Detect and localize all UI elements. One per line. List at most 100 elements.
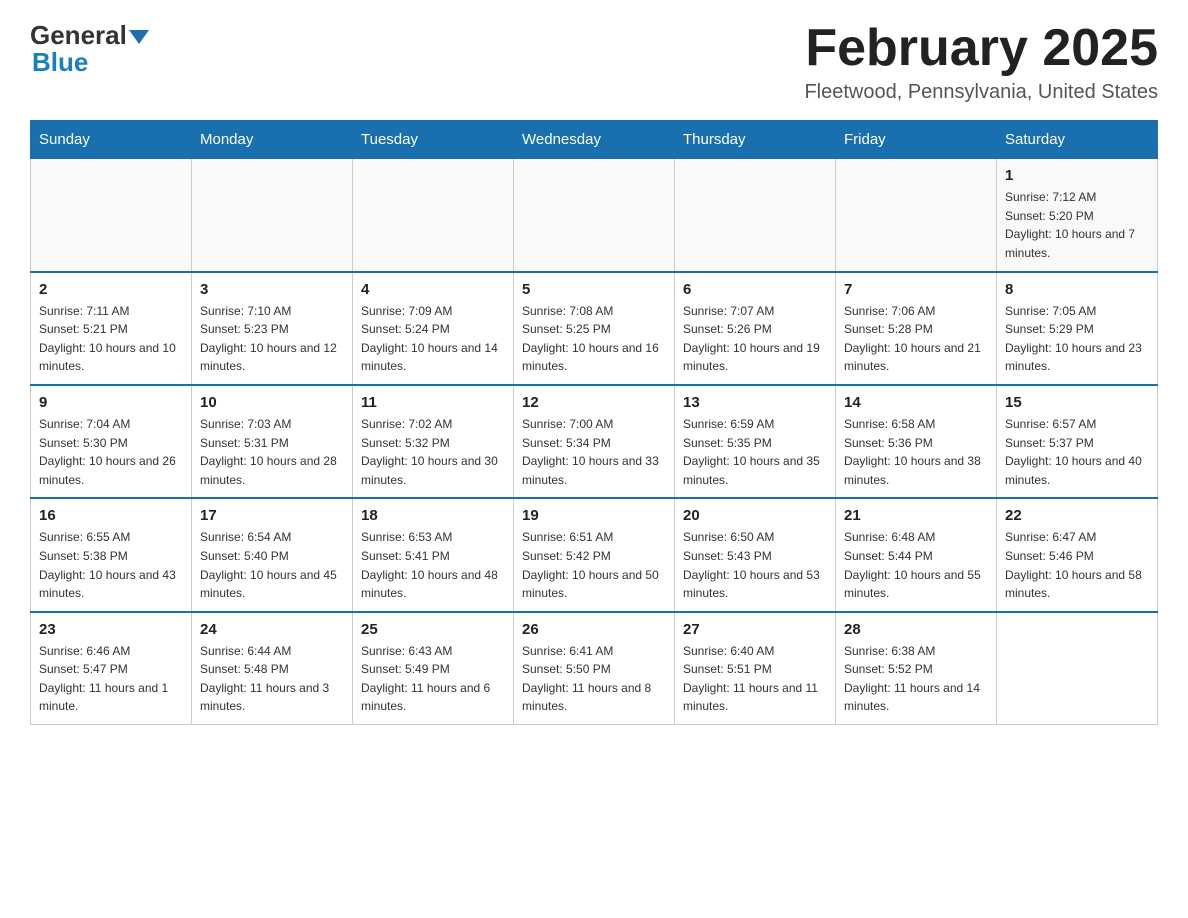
calendar-header-row: SundayMondayTuesdayWednesdayThursdayFrid… bbox=[31, 121, 1158, 159]
day-info: Sunrise: 6:53 AMSunset: 5:41 PMDaylight:… bbox=[361, 528, 505, 602]
calendar-week-row: 23 Sunrise: 6:46 AMSunset: 5:47 PMDayligh… bbox=[31, 612, 1158, 725]
calendar-cell: 2 Sunrise: 7:11 AMSunset: 5:21 PMDaylight… bbox=[31, 272, 192, 385]
day-number: 4 bbox=[361, 281, 505, 298]
column-header-saturday: Saturday bbox=[997, 121, 1158, 159]
day-number: 20 bbox=[683, 507, 827, 524]
day-info: Sunrise: 7:05 AMSunset: 5:29 PMDaylight:… bbox=[1005, 302, 1149, 376]
day-number: 12 bbox=[522, 394, 666, 411]
day-info: Sunrise: 7:11 AMSunset: 5:21 PMDaylight:… bbox=[39, 302, 183, 376]
day-info: Sunrise: 7:10 AMSunset: 5:23 PMDaylight:… bbox=[200, 302, 344, 376]
calendar-cell: 15 Sunrise: 6:57 AMSunset: 5:37 PMDayligh… bbox=[997, 385, 1158, 498]
calendar-cell: 14Sunrise: 6:58 AMSunset: 5:36 PMDayligh… bbox=[836, 385, 997, 498]
day-info: Sunrise: 7:03 AMSunset: 5:31 PMDaylight:… bbox=[200, 415, 344, 489]
day-info: Sunrise: 6:46 AMSunset: 5:47 PMDaylight:… bbox=[39, 642, 183, 716]
day-info: Sunrise: 6:43 AMSunset: 5:49 PMDaylight:… bbox=[361, 642, 505, 716]
day-number: 5 bbox=[522, 281, 666, 298]
calendar-week-row: 9 Sunrise: 7:04 AMSunset: 5:30 PMDaylight… bbox=[31, 385, 1158, 498]
day-number: 16 bbox=[39, 507, 183, 524]
day-number: 10 bbox=[200, 394, 344, 411]
day-info: Sunrise: 6:38 AMSunset: 5:52 PMDaylight:… bbox=[844, 642, 988, 716]
calendar-cell: 19Sunrise: 6:51 AMSunset: 5:42 PMDayligh… bbox=[514, 498, 675, 611]
calendar-cell bbox=[353, 159, 514, 272]
calendar-cell bbox=[997, 612, 1158, 725]
calendar-cell: 7 Sunrise: 7:06 AMSunset: 5:28 PMDaylight… bbox=[836, 272, 997, 385]
day-info: Sunrise: 6:55 AMSunset: 5:38 PMDaylight:… bbox=[39, 528, 183, 602]
calendar-cell bbox=[31, 159, 192, 272]
day-number: 9 bbox=[39, 394, 183, 411]
calendar-cell: 22 Sunrise: 6:47 AMSunset: 5:46 PMDayligh… bbox=[997, 498, 1158, 611]
day-number: 25 bbox=[361, 621, 505, 638]
month-title: February 2025 bbox=[804, 20, 1158, 77]
calendar-cell: 11 Sunrise: 7:02 AMSunset: 5:32 PMDayligh… bbox=[353, 385, 514, 498]
day-info: Sunrise: 6:54 AMSunset: 5:40 PMDaylight:… bbox=[200, 528, 344, 602]
calendar-cell: 10 Sunrise: 7:03 AMSunset: 5:31 PMDayligh… bbox=[192, 385, 353, 498]
day-number: 6 bbox=[683, 281, 827, 298]
day-info: Sunrise: 6:48 AMSunset: 5:44 PMDaylight:… bbox=[844, 528, 988, 602]
day-number: 28 bbox=[844, 621, 988, 638]
day-number: 13 bbox=[683, 394, 827, 411]
calendar-cell: 1 Sunrise: 7:12 AMSunset: 5:20 PMDaylight… bbox=[997, 159, 1158, 272]
column-header-sunday: Sunday bbox=[31, 121, 192, 159]
calendar-cell: 20 Sunrise: 6:50 AMSunset: 5:43 PMDayligh… bbox=[675, 498, 836, 611]
calendar-cell: 27Sunrise: 6:40 AMSunset: 5:51 PMDayligh… bbox=[675, 612, 836, 725]
day-number: 3 bbox=[200, 281, 344, 298]
day-info: Sunrise: 7:00 AMSunset: 5:34 PMDaylight:… bbox=[522, 415, 666, 489]
day-info: Sunrise: 6:58 AMSunset: 5:36 PMDaylight:… bbox=[844, 415, 988, 489]
column-header-monday: Monday bbox=[192, 121, 353, 159]
day-info: Sunrise: 7:08 AMSunset: 5:25 PMDaylight:… bbox=[522, 302, 666, 376]
calendar-cell: 4 Sunrise: 7:09 AMSunset: 5:24 PMDaylight… bbox=[353, 272, 514, 385]
day-number: 21 bbox=[844, 507, 988, 524]
day-number: 22 bbox=[1005, 507, 1149, 524]
day-info: Sunrise: 6:47 AMSunset: 5:46 PMDaylight:… bbox=[1005, 528, 1149, 602]
day-number: 24 bbox=[200, 621, 344, 638]
logo-arrow-icon bbox=[129, 30, 149, 44]
calendar-cell: 23 Sunrise: 6:46 AMSunset: 5:47 PMDayligh… bbox=[31, 612, 192, 725]
day-info: Sunrise: 7:04 AMSunset: 5:30 PMDaylight:… bbox=[39, 415, 183, 489]
calendar-cell: 17 Sunrise: 6:54 AMSunset: 5:40 PMDayligh… bbox=[192, 498, 353, 611]
calendar-cell: 12 Sunrise: 7:00 AMSunset: 5:34 PMDayligh… bbox=[514, 385, 675, 498]
day-info: Sunrise: 7:09 AMSunset: 5:24 PMDaylight:… bbox=[361, 302, 505, 376]
day-number: 11 bbox=[361, 394, 505, 411]
day-number: 15 bbox=[1005, 394, 1149, 411]
page-header: General Blue February 2025 Fleetwood, Pe… bbox=[30, 20, 1158, 104]
day-info: Sunrise: 7:02 AMSunset: 5:32 PMDaylight:… bbox=[361, 415, 505, 489]
calendar-table: SundayMondayTuesdayWednesdayThursdayFrid… bbox=[30, 120, 1158, 725]
calendar-week-row: 16 Sunrise: 6:55 AMSunset: 5:38 PMDayligh… bbox=[31, 498, 1158, 611]
day-number: 17 bbox=[200, 507, 344, 524]
day-number: 1 bbox=[1005, 167, 1149, 184]
calendar-cell: 16 Sunrise: 6:55 AMSunset: 5:38 PMDayligh… bbox=[31, 498, 192, 611]
location-subtitle: Fleetwood, Pennsylvania, United States bbox=[804, 81, 1158, 104]
title-block: February 2025 Fleetwood, Pennsylvania, U… bbox=[804, 20, 1158, 104]
calendar-cell: 25 Sunrise: 6:43 AMSunset: 5:49 PMDayligh… bbox=[353, 612, 514, 725]
calendar-cell: 21 Sunrise: 6:48 AMSunset: 5:44 PMDayligh… bbox=[836, 498, 997, 611]
calendar-cell bbox=[192, 159, 353, 272]
calendar-cell: 5 Sunrise: 7:08 AMSunset: 5:25 PMDaylight… bbox=[514, 272, 675, 385]
day-info: Sunrise: 6:44 AMSunset: 5:48 PMDaylight:… bbox=[200, 642, 344, 716]
day-info: Sunrise: 7:12 AMSunset: 5:20 PMDaylight:… bbox=[1005, 188, 1149, 262]
column-header-friday: Friday bbox=[836, 121, 997, 159]
day-info: Sunrise: 6:50 AMSunset: 5:43 PMDaylight:… bbox=[683, 528, 827, 602]
day-number: 18 bbox=[361, 507, 505, 524]
day-number: 26 bbox=[522, 621, 666, 638]
calendar-cell bbox=[675, 159, 836, 272]
calendar-cell: 18 Sunrise: 6:53 AMSunset: 5:41 PMDayligh… bbox=[353, 498, 514, 611]
day-number: 7 bbox=[844, 281, 988, 298]
day-number: 2 bbox=[39, 281, 183, 298]
calendar-cell: 6Sunrise: 7:07 AMSunset: 5:26 PMDaylight… bbox=[675, 272, 836, 385]
calendar-cell: 26 Sunrise: 6:41 AMSunset: 5:50 PMDayligh… bbox=[514, 612, 675, 725]
column-header-tuesday: Tuesday bbox=[353, 121, 514, 159]
day-info: Sunrise: 6:41 AMSunset: 5:50 PMDaylight:… bbox=[522, 642, 666, 716]
column-header-wednesday: Wednesday bbox=[514, 121, 675, 159]
calendar-cell: 28 Sunrise: 6:38 AMSunset: 5:52 PMDayligh… bbox=[836, 612, 997, 725]
day-info: Sunrise: 6:57 AMSunset: 5:37 PMDaylight:… bbox=[1005, 415, 1149, 489]
calendar-cell: 9 Sunrise: 7:04 AMSunset: 5:30 PMDaylight… bbox=[31, 385, 192, 498]
logo-blue-text: Blue bbox=[30, 47, 88, 78]
day-info: Sunrise: 7:06 AMSunset: 5:28 PMDaylight:… bbox=[844, 302, 988, 376]
day-number: 19 bbox=[522, 507, 666, 524]
calendar-cell: 24 Sunrise: 6:44 AMSunset: 5:48 PMDayligh… bbox=[192, 612, 353, 725]
day-number: 8 bbox=[1005, 281, 1149, 298]
day-number: 23 bbox=[39, 621, 183, 638]
calendar-cell: 3 Sunrise: 7:10 AMSunset: 5:23 PMDaylight… bbox=[192, 272, 353, 385]
calendar-week-row: 1 Sunrise: 7:12 AMSunset: 5:20 PMDaylight… bbox=[31, 159, 1158, 272]
logo: General Blue bbox=[30, 20, 149, 78]
